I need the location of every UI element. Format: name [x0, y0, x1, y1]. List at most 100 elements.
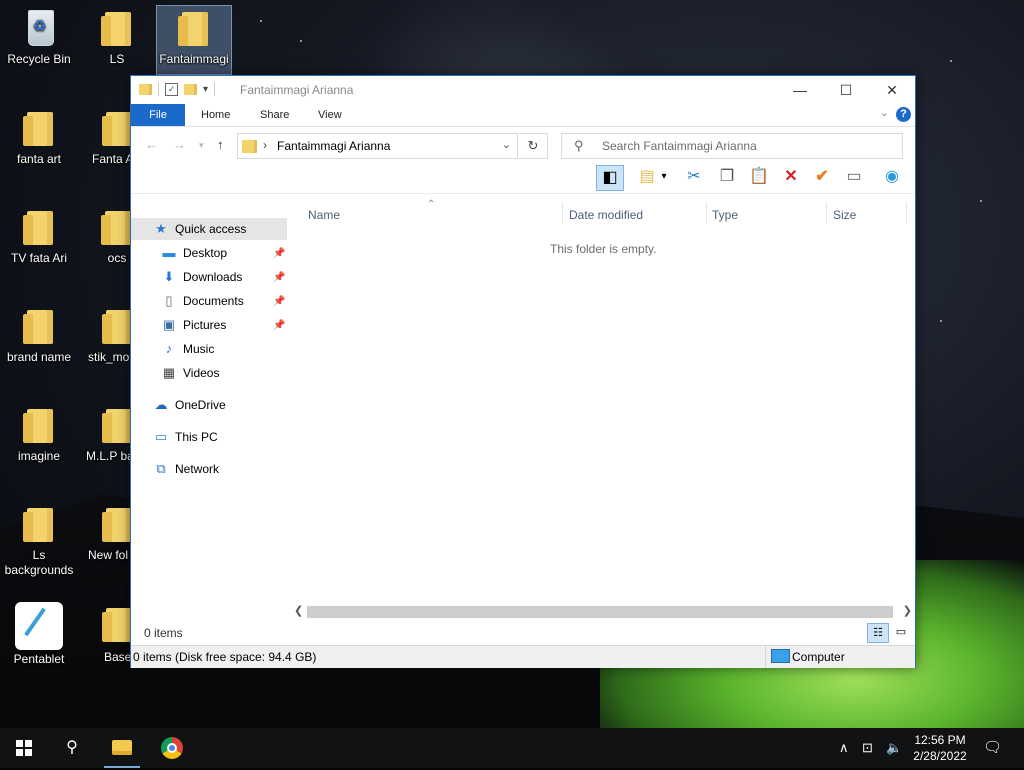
column-header-size[interactable]: Size [833, 208, 856, 222]
desktop-icon: ▬ [162, 245, 176, 260]
back-arrow-icon[interactable]: ← [145, 137, 158, 152]
search-icon[interactable]: ⚲ [48, 728, 96, 768]
nav-item-documents[interactable]: ▯ Documents [161, 290, 243, 312]
folder-icon [23, 112, 53, 146]
notifications-icon[interactable]: 🗨 [983, 728, 1002, 768]
videos-icon: ▦ [162, 365, 176, 380]
item-count: 0 items [144, 626, 183, 640]
recent-locations-icon[interactable]: ▾ [199, 140, 204, 151]
pin-icon[interactable]: 📌 [273, 248, 285, 259]
network-status-icon[interactable]: ⊡ [862, 728, 873, 768]
column-divider[interactable] [906, 202, 907, 224]
address-bar[interactable]: › Fantaimmagi Arianna ⌄ [237, 133, 518, 159]
tab-home[interactable]: Home [189, 104, 242, 126]
search-placeholder[interactable]: Search Fantaimmagi Arianna [602, 139, 757, 153]
nav-item-downloads[interactable]: ⬇ Downloads [161, 266, 243, 288]
nav-item-music[interactable]: ♪ Music [161, 338, 215, 360]
volume-icon[interactable]: 🔈 [886, 728, 902, 768]
nav-item-this-pc[interactable]: ▭ This PC [153, 426, 218, 448]
clock[interactable]: 12:56 PM 2/28/2022 [905, 732, 975, 764]
checkmark-icon[interactable]: ✔ [809, 165, 835, 189]
file-list[interactable]: ⌃ Name Date modified Type Size This fold… [298, 199, 908, 605]
preview-pane-icon[interactable]: ◧ [596, 165, 624, 191]
refresh-icon[interactable]: ↻ [519, 133, 548, 159]
desktop-icon-folder[interactable]: TV fata Ari [2, 207, 76, 266]
search-box[interactable]: ⚲ Search Fantaimmagi Arianna [561, 133, 903, 159]
desktop-icon-folder[interactable]: Ls backgrounds [2, 504, 76, 578]
paste-icon[interactable]: 📋 [746, 165, 772, 189]
large-icons-view-icon[interactable]: ▭ [891, 623, 911, 641]
show-hidden-icons-icon[interactable]: ∧ [839, 728, 849, 768]
close-button[interactable]: ✕ [869, 76, 915, 104]
desktop-icon-folder[interactable]: M.L.P ba [80, 405, 136, 464]
copy-icon[interactable]: ❐ [714, 165, 740, 189]
new-folder-icon[interactable] [184, 83, 197, 95]
customize-qat-icon[interactable]: ▾ [203, 84, 208, 95]
scroll-left-icon[interactable]: ❮ [294, 604, 303, 617]
nav-item-onedrive[interactable]: ☁ OneDrive [153, 394, 226, 416]
properties-icon[interactable]: ✓ [165, 82, 178, 96]
chrome-taskbar-button[interactable] [148, 728, 196, 768]
network-icon: ⧉ [156, 461, 166, 476]
desktop-icon-folder[interactable]: imagine [2, 405, 76, 464]
column-divider[interactable] [826, 202, 827, 224]
tab-share[interactable]: Share [248, 104, 301, 126]
pin-icon[interactable]: 📌 [273, 320, 285, 331]
pin-icon[interactable]: 📌 [273, 272, 285, 283]
chevron-down-icon[interactable]: ⌄ [502, 138, 511, 151]
chrome-icon [161, 737, 183, 759]
chevron-right-icon[interactable]: › [263, 138, 267, 152]
tab-file[interactable]: File [131, 104, 185, 126]
nav-item-desktop[interactable]: ▬ Desktop [161, 242, 228, 264]
file-explorer-taskbar-button[interactable] [98, 728, 146, 768]
globe-icon[interactable]: ◉ [879, 165, 905, 189]
folder-icon [101, 211, 131, 245]
column-divider[interactable] [706, 202, 707, 224]
column-divider[interactable] [562, 202, 563, 224]
start-button[interactable] [0, 728, 48, 768]
column-header-name[interactable]: Name [308, 208, 340, 222]
computer-icon [771, 649, 790, 663]
maximize-button[interactable]: ☐ [823, 76, 869, 104]
chevron-down-icon[interactable]: ▾ [657, 165, 671, 189]
folder-icon [139, 83, 152, 95]
help-button[interactable]: ? [896, 107, 911, 122]
desktop-icon-folder[interactable]: LS [80, 8, 154, 67]
address-path[interactable]: Fantaimmagi Arianna [277, 139, 390, 153]
tab-view[interactable]: View [306, 104, 354, 126]
nav-item-network[interactable]: ⧉ Network [153, 458, 219, 480]
taskbar: ⚲ ∧ ⊡ 🔈 12:56 PM 2/28/2022 🗨 [0, 728, 1024, 768]
scroll-right-icon[interactable]: ❯ [903, 604, 912, 617]
column-header-type[interactable]: Type [712, 208, 738, 222]
star [950, 60, 952, 62]
desktop-icon-pentablet[interactable]: Pentablet [2, 602, 76, 667]
folder-icon [102, 112, 132, 146]
cut-icon[interactable]: ✂ [681, 165, 707, 189]
horizontal-scrollbar[interactable]: ❮ ❯ [291, 604, 915, 620]
desktop-icon-folder[interactable]: brand name [2, 306, 76, 365]
pin-icon[interactable]: 📌 [273, 296, 285, 307]
sort-ascending-icon: ⌃ [427, 199, 436, 210]
desktop-icon-recycle-bin[interactable]: Recycle Bin [2, 8, 76, 67]
delete-icon[interactable]: ✕ [778, 165, 804, 189]
desktop-icon-label: Recycle Bin [7, 52, 71, 66]
rename-icon[interactable]: ▭ [841, 165, 867, 189]
desktop-icon-folder[interactable]: Base [80, 604, 130, 665]
folder-icon [23, 508, 53, 542]
nav-item-quick-access[interactable]: ★ Quick access [131, 218, 287, 240]
details-view-icon[interactable]: ☷ [867, 623, 889, 643]
navigation-pane: ★ Quick access ▬ Desktop 📌 ⬇ Downloads 📌 ▯ D… [131, 218, 287, 598]
nav-item-pictures[interactable]: ▣ Pictures [161, 314, 227, 336]
desktop-icon-folder[interactable]: fanta art [2, 108, 76, 167]
up-arrow-icon[interactable]: ↑ [217, 137, 224, 152]
pentablet-icon [15, 602, 63, 650]
column-header-date-modified[interactable]: Date modified [569, 208, 643, 222]
recycle-bin-icon [28, 10, 54, 46]
expand-ribbon-icon[interactable]: ⌄ [880, 106, 889, 119]
desktop-icon-folder-selected[interactable]: Fantaimmagi [156, 5, 232, 75]
scrollbar-thumb[interactable] [307, 606, 893, 618]
forward-arrow-icon[interactable]: → [173, 137, 186, 152]
minimize-button[interactable]: — [777, 76, 823, 104]
star [260, 20, 262, 22]
nav-item-videos[interactable]: ▦ Videos [161, 362, 220, 384]
